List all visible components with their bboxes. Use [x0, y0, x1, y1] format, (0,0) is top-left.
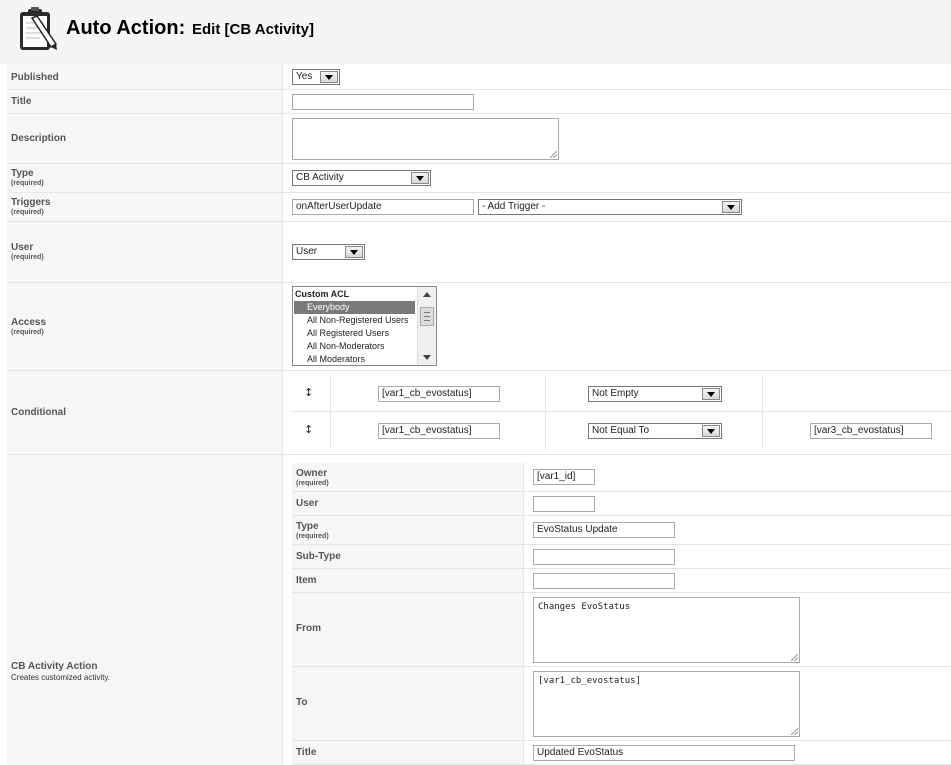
- drag-handle-icon[interactable]: ↕: [304, 386, 313, 399]
- access-label: Access: [11, 317, 47, 328]
- condition-operator-select[interactable]: Not Empty: [588, 386, 722, 402]
- action-row-to: To [var1_cb_evostatus]: [292, 667, 951, 741]
- scroll-down-icon[interactable]: [423, 355, 431, 360]
- row-description: Description: [7, 114, 951, 164]
- action-user-input[interactable]: [533, 496, 595, 512]
- page-title: Auto Action: Edit [CB Activity]: [66, 17, 314, 40]
- add-trigger-select[interactable]: - Add Trigger -: [478, 199, 742, 215]
- published-select[interactable]: Yes: [292, 69, 340, 85]
- condition-operator-select[interactable]: Not Equal To: [588, 423, 722, 439]
- item-label: Item: [296, 575, 317, 586]
- condition-field-input[interactable]: [var1_cb_evostatus]: [378, 423, 500, 439]
- action-row-from: From Changes EvoStatus: [292, 593, 951, 667]
- row-triggers: Triggers (required) onAfterUserUpdate - …: [7, 193, 951, 222]
- row-user: User (required) User: [7, 222, 951, 283]
- row-type: Type (required) CB Activity: [7, 164, 951, 193]
- scroll-thumb[interactable]: [420, 307, 434, 326]
- title-input[interactable]: [292, 94, 474, 110]
- action-type-required: (required): [296, 533, 329, 540]
- row-conditional: Conditional ↕ [var1_cb_evostatus] Not Em…: [7, 371, 951, 455]
- to-textarea[interactable]: [var1_cb_evostatus]: [533, 671, 800, 737]
- owner-label: Owner: [296, 468, 328, 479]
- type-label: Type: [11, 168, 34, 179]
- conditional-row: ↕ [var1_cb_evostatus] Not Empty: [292, 375, 951, 412]
- description-label: Description: [11, 133, 67, 144]
- resize-grip-icon[interactable]: [550, 151, 557, 158]
- page-header: Auto Action: Edit [CB Activity]: [0, 0, 951, 64]
- chevron-down-icon: [320, 71, 338, 83]
- row-title: Title: [7, 90, 951, 114]
- action-title-label: Title: [296, 747, 317, 758]
- from-label: From: [296, 623, 321, 634]
- row-cb-activity-action: CB Activity Action Creates customized ac…: [7, 455, 951, 765]
- type-required: (required): [11, 180, 44, 187]
- action-user-label: User: [296, 498, 319, 509]
- chevron-down-icon: [411, 172, 429, 184]
- user-select[interactable]: User: [292, 244, 365, 260]
- subtype-input[interactable]: [533, 549, 675, 565]
- chevron-down-icon: [702, 388, 720, 400]
- action-type-label: Type: [296, 521, 319, 532]
- action-row-user: User: [292, 492, 951, 516]
- to-label: To: [296, 697, 308, 708]
- cb-activity-action-label: CB Activity Action: [11, 661, 98, 672]
- from-textarea[interactable]: Changes EvoStatus: [533, 597, 800, 663]
- user-required: (required): [11, 254, 44, 261]
- access-option-non-moderators[interactable]: All Non-Moderators: [294, 340, 415, 353]
- cb-activity-action-description: Creates customized activity.: [11, 673, 110, 682]
- triggers-label: Triggers: [11, 197, 51, 208]
- chevron-down-icon: [345, 246, 363, 258]
- chevron-down-icon: [722, 201, 740, 213]
- form-content: Published Yes Title Description Type (re…: [7, 64, 951, 765]
- clipboard-pencil-icon: [14, 6, 58, 52]
- subtype-label: Sub-Type: [296, 551, 341, 562]
- condition-field-input[interactable]: [var1_cb_evostatus]: [378, 386, 500, 402]
- cb-activity-action-panel: Owner (required) [var1_id] User Type (re…: [292, 463, 951, 765]
- row-access: Access (required) Custom ACL Everybody A…: [7, 283, 951, 371]
- owner-input[interactable]: [var1_id]: [533, 469, 595, 485]
- description-textarea[interactable]: [292, 118, 559, 160]
- access-required: (required): [11, 329, 44, 336]
- title-label: Title: [11, 96, 32, 107]
- triggers-required: (required): [11, 209, 44, 216]
- published-label: Published: [11, 72, 59, 83]
- page-title-main: Auto Action:: [66, 17, 186, 39]
- action-row-owner: Owner (required) [var1_id]: [292, 463, 951, 492]
- drag-handle-icon[interactable]: ↕: [304, 423, 313, 436]
- scroll-up-icon[interactable]: [423, 292, 431, 297]
- action-row-title: Title Updated EvoStatus: [292, 741, 951, 765]
- row-published: Published Yes: [7, 64, 951, 90]
- action-title-input[interactable]: Updated EvoStatus: [533, 745, 795, 761]
- action-row-type: Type (required) EvoStatus Update: [292, 516, 951, 545]
- access-option-non-registered[interactable]: All Non-Registered Users: [294, 314, 415, 327]
- user-label: User: [11, 242, 34, 253]
- action-row-item: Item: [292, 569, 951, 593]
- type-select[interactable]: CB Activity: [292, 170, 431, 186]
- access-option-registered[interactable]: All Registered Users: [294, 327, 415, 340]
- chevron-down-icon: [702, 425, 720, 437]
- access-option-everybody[interactable]: Everybody: [294, 301, 415, 314]
- access-scrollbar[interactable]: [417, 287, 436, 365]
- action-type-input[interactable]: EvoStatus Update: [533, 522, 675, 538]
- access-option-moderators[interactable]: All Moderators: [294, 353, 415, 365]
- conditional-label: Conditional: [11, 407, 66, 418]
- condition-value-input[interactable]: [var3_cb_evostatus]: [810, 423, 932, 439]
- page-title-sub: Edit [CB Activity]: [192, 21, 314, 38]
- resize-grip-icon[interactable]: [791, 654, 798, 661]
- resize-grip-icon[interactable]: [791, 728, 798, 735]
- triggers-input[interactable]: onAfterUserUpdate: [292, 199, 474, 215]
- access-option-group: Custom ACL: [295, 289, 350, 299]
- item-input[interactable]: [533, 573, 675, 589]
- action-row-subtype: Sub-Type: [292, 545, 951, 569]
- owner-required: (required): [296, 480, 329, 487]
- conditional-row: ↕ [var1_cb_evostatus] Not Equal To [var3…: [292, 412, 951, 450]
- access-listbox[interactable]: Custom ACL Everybody All Non-Registered …: [292, 286, 437, 366]
